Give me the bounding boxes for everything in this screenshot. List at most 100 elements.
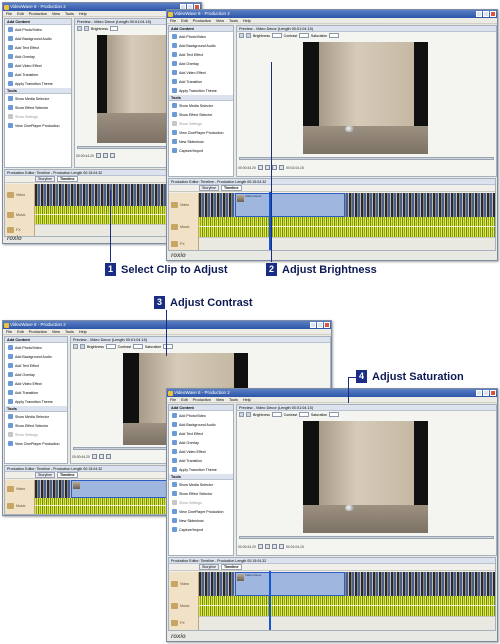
view-cineplayer-task[interactable]: View CinePlayer Production xyxy=(5,121,71,130)
tab-timeline[interactable]: Timeline xyxy=(56,176,78,182)
add-overlay-task[interactable]: Add Overlay xyxy=(5,370,67,379)
menu-file[interactable]: File xyxy=(6,329,12,334)
menu-view[interactable]: View xyxy=(216,397,224,402)
minimize-button[interactable] xyxy=(476,390,482,396)
selected-clip[interactable]: Video Decor xyxy=(235,572,345,596)
contrast-field[interactable] xyxy=(299,412,309,417)
rotate-icon[interactable] xyxy=(80,344,85,349)
show-settings-task[interactable]: Show Settings xyxy=(5,430,67,439)
play-icon[interactable] xyxy=(264,165,270,170)
show-effect-selector-task[interactable]: Show Effect Selector xyxy=(5,103,71,112)
add-text-effect-task[interactable]: Add Text Effect xyxy=(169,429,233,438)
add-background-audio-task[interactable]: Add Background Audio xyxy=(5,34,71,43)
video-clips[interactable]: Video Decor xyxy=(199,572,495,596)
menu-help[interactable]: Help xyxy=(79,329,87,334)
show-media-selector-task[interactable]: Show Media Selector xyxy=(5,94,71,103)
brightness-field[interactable] xyxy=(109,26,118,31)
add-overlay-task[interactable]: Add Overlay xyxy=(5,52,71,61)
show-settings-task[interactable]: Show Settings xyxy=(169,498,233,507)
tab-storyline[interactable]: Storyline xyxy=(35,472,55,478)
menu-tools[interactable]: Tools xyxy=(229,397,238,402)
add-video-effect-task[interactable]: Add Video Effect xyxy=(169,68,233,77)
menu-edit[interactable]: Edit xyxy=(17,329,24,334)
maximize-button[interactable] xyxy=(483,390,489,396)
menu-production[interactable]: Production xyxy=(29,329,47,334)
apply-transition-theme-task[interactable]: Apply Transition Theme xyxy=(169,465,233,474)
stop-icon[interactable] xyxy=(98,454,104,459)
add-photo-video-task[interactable]: Add Photo/Video xyxy=(5,25,71,34)
add-photo-video-task[interactable]: Add Photo/Video xyxy=(169,32,233,41)
saturation-field[interactable] xyxy=(329,412,339,417)
menu-tools[interactable]: Tools xyxy=(229,18,238,23)
menu-tools[interactable]: Tools xyxy=(65,329,74,334)
rewind-icon[interactable] xyxy=(257,165,263,170)
show-effect-selector-task[interactable]: Show Effect Selector xyxy=(169,489,233,498)
playhead[interactable] xyxy=(269,571,271,630)
next-frame-icon[interactable] xyxy=(278,544,284,549)
add-video-effect-task[interactable]: Add Video Effect xyxy=(5,379,67,388)
play-icon[interactable] xyxy=(95,153,101,158)
close-button[interactable] xyxy=(324,322,330,328)
menu-edit[interactable]: Edit xyxy=(17,11,24,16)
maximize-button[interactable] xyxy=(317,322,323,328)
add-photo-video-task[interactable]: Add Photo/Video xyxy=(169,411,233,420)
selected-clip[interactable]: Video Decor xyxy=(235,193,345,217)
menu-edit[interactable]: Edit xyxy=(181,18,188,23)
add-text-effect-task[interactable]: Add Text Effect xyxy=(5,43,71,52)
menu-file[interactable]: File xyxy=(6,11,12,16)
undo-icon[interactable] xyxy=(73,344,78,349)
show-media-selector-task[interactable]: Show Media Selector xyxy=(5,412,67,421)
add-photo-video-task[interactable]: Add Photo/Video xyxy=(5,343,67,352)
menu-file[interactable]: File xyxy=(170,18,176,23)
menu-production[interactable]: Production xyxy=(29,11,47,16)
selected-clip[interactable] xyxy=(71,480,171,498)
capture-import-task[interactable]: Capture/Import xyxy=(169,146,233,155)
scrub-bar[interactable] xyxy=(239,157,494,160)
stop-icon[interactable] xyxy=(271,544,277,549)
apply-transition-theme-task[interactable]: Apply Transition Theme xyxy=(169,86,233,95)
saturation-field[interactable] xyxy=(329,33,339,38)
minimize-button[interactable] xyxy=(310,322,316,328)
video-clips[interactable]: Video Decor xyxy=(199,193,495,217)
show-media-selector-task[interactable]: Show Media Selector xyxy=(169,101,233,110)
brightness-field[interactable] xyxy=(105,344,116,349)
apply-transition-theme-task[interactable]: Apply Transition Theme xyxy=(5,397,67,406)
add-overlay-task[interactable]: Add Overlay xyxy=(169,59,233,68)
add-transition-task[interactable]: Add Transition xyxy=(5,388,67,397)
add-video-effect-task[interactable]: Add Video Effect xyxy=(169,447,233,456)
show-effect-selector-task[interactable]: Show Effect Selector xyxy=(169,110,233,119)
add-transition-task[interactable]: Add Transition xyxy=(5,70,71,79)
menu-edit[interactable]: Edit xyxy=(181,397,188,402)
menu-production[interactable]: Production xyxy=(193,397,211,402)
minimize-button[interactable] xyxy=(476,11,482,17)
add-overlay-task[interactable]: Add Overlay xyxy=(169,438,233,447)
view-cineplayer-task[interactable]: View CinePlayer Production xyxy=(169,128,233,137)
scrub-bar[interactable] xyxy=(239,536,494,539)
show-effect-selector-task[interactable]: Show Effect Selector xyxy=(5,421,67,430)
show-media-selector-task[interactable]: Show Media Selector xyxy=(169,480,233,489)
tab-storyline[interactable]: Storyline xyxy=(199,185,219,191)
menu-view[interactable]: View xyxy=(52,329,60,334)
maximize-button[interactable] xyxy=(483,11,489,17)
add-transition-task[interactable]: Add Transition xyxy=(169,77,233,86)
close-button[interactable] xyxy=(490,390,496,396)
add-transition-task[interactable]: Add Transition xyxy=(169,456,233,465)
contrast-field[interactable] xyxy=(133,344,143,349)
add-background-audio-task[interactable]: Add Background Audio xyxy=(5,352,67,361)
brightness-field[interactable] xyxy=(271,412,282,417)
close-button[interactable] xyxy=(490,11,496,17)
menu-help[interactable]: Help xyxy=(243,397,251,402)
add-background-audio-task[interactable]: Add Background Audio xyxy=(169,41,233,50)
saturation-field[interactable] xyxy=(163,344,173,349)
menu-help[interactable]: Help xyxy=(79,11,87,16)
audio-waveform[interactable] xyxy=(199,596,495,616)
show-settings-task[interactable]: Show Settings xyxy=(169,119,233,128)
audio-waveform[interactable] xyxy=(199,217,495,237)
tab-storyline[interactable]: Storyline xyxy=(199,564,219,570)
undo-icon[interactable] xyxy=(77,26,82,31)
stop-icon[interactable] xyxy=(102,153,108,158)
tab-timeline[interactable]: Timeline xyxy=(220,185,242,191)
undo-icon[interactable] xyxy=(239,412,244,417)
menu-production[interactable]: Production xyxy=(193,18,211,23)
capture-import-task[interactable]: Capture/Import xyxy=(169,525,233,534)
